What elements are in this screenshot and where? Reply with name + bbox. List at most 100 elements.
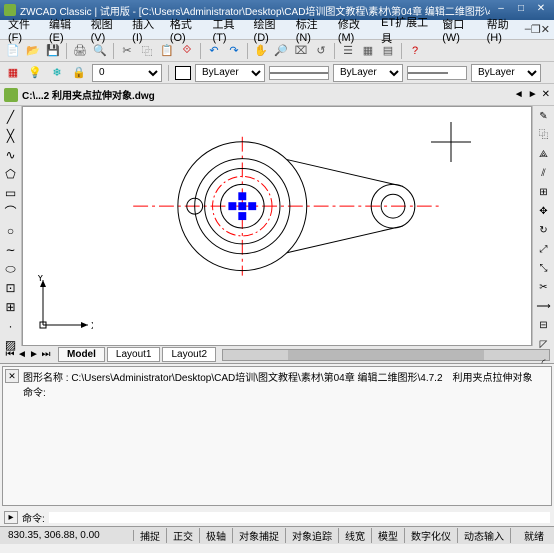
status-snap[interactable]: 捕捉 [134,528,167,543]
offset-icon[interactable]: ⫽ [535,165,553,183]
pan-icon[interactable]: ✋ [252,42,270,60]
ellipse-icon[interactable]: ⬭ [2,260,20,278]
array-icon[interactable]: ⊞ [535,184,553,202]
modify-toolbar: ✎ ⿻ ⟁ ⫽ ⊞ ✥ ↻ ⤢ ⤡ ✂ ⟶ ⊟ ◸ ◜ ✦ [532,106,554,346]
rotate-icon[interactable]: ↻ [535,222,553,240]
match-icon[interactable]: ⟐ [178,42,196,60]
layer-state-icon[interactable]: 💡 [26,64,44,82]
status-lwt[interactable]: 线宽 [339,528,372,543]
scale-icon[interactable]: ⤢ [535,241,553,259]
new-icon[interactable]: 📄 [4,42,22,60]
status-otrack[interactable]: 对象追踪 [286,528,339,543]
insert-icon[interactable]: ⊡ [2,279,20,297]
break-icon[interactable]: ⊟ [535,317,553,335]
zoom-prev-icon[interactable]: ↺ [312,42,330,60]
tab-next-icon[interactable]: ► [528,89,538,100]
tab-layout1[interactable]: Layout1 [107,347,161,362]
move-icon[interactable]: ✥ [535,203,553,221]
menu-draw[interactable]: 绘图(D) [250,16,292,44]
save-icon[interactable]: 💾 [44,42,62,60]
undo-icon[interactable]: ↶ [205,42,223,60]
help-icon[interactable]: ? [406,42,424,60]
line-icon[interactable]: ╱ [2,108,20,126]
designcenter-icon[interactable]: ▦ [359,42,377,60]
doc-tab-name[interactable]: C:\...2 利用夹点拉伸对象.dwg [22,87,155,102]
zoom-window-icon[interactable]: ⌧ [292,42,310,60]
spline-icon[interactable]: ∼ [2,241,20,259]
lineweight-combo[interactable]: ByLayer [471,64,541,82]
mdi-restore-button[interactable]: ❐ [531,23,541,36]
circle-icon[interactable]: ○ [2,222,20,240]
layer-mgr-icon[interactable]: ▦ [4,64,22,82]
menu-edit[interactable]: 编辑(E) [45,16,87,44]
mirror-icon[interactable]: ⟁ [535,146,553,164]
menu-file[interactable]: 文件(F) [4,16,45,44]
xline-icon[interactable]: ╳ [2,127,20,145]
layer-freeze-icon[interactable]: ❄ [48,64,66,82]
command-history[interactable]: ✕ 图形名称 : C:\Users\Administrator\Desktop\… [2,366,552,506]
chamfer-icon[interactable]: ◸ [535,336,553,354]
command-input[interactable] [49,512,550,523]
hscroll-track[interactable] [222,349,550,361]
status-ortho[interactable]: 正交 [167,528,200,543]
stretch-icon[interactable]: ⤡ [535,260,553,278]
linetype-preview [269,66,329,80]
status-polar[interactable]: 极轴 [200,528,233,543]
arc-icon[interactable]: ⌒ [2,203,20,221]
layer-lock-icon[interactable]: 🔒 [70,64,88,82]
menu-format[interactable]: 格式(O) [166,16,209,44]
cmd-prompt: 命令: [22,510,45,525]
tab-last-icon[interactable]: ⏭ [40,349,52,360]
work-area: ╱ ╳ ∿ ⬠ ▭ ⌒ ○ ∼ ⬭ ⊡ ⊞ · ▨ [0,106,554,346]
status-digi[interactable]: 数字化仪 [405,528,458,543]
svg-text:X: X [91,321,93,332]
menu-help[interactable]: 帮助(H) [483,16,525,44]
rect-icon[interactable]: ▭ [2,184,20,202]
pline-icon[interactable]: ∿ [2,146,20,164]
layer-combo[interactable]: 0 [92,64,162,82]
menu-insert[interactable]: 插入(I) [128,16,166,44]
extend-icon[interactable]: ⟶ [535,298,553,316]
color-combo[interactable]: ByLayer [195,64,265,82]
point-icon[interactable]: · [2,317,20,335]
layer-toolbar: ▦ 💡 ❄ 🔒 0 ByLayer ByLayer ByLayer [0,62,554,84]
menu-tools[interactable]: 工具(T) [209,16,250,44]
menu-view[interactable]: 视图(V) [87,16,129,44]
cmd-toggle-icon[interactable]: ▸ [4,511,18,524]
trim-icon[interactable]: ✂ [535,279,553,297]
paste-icon[interactable]: 📋 [158,42,176,60]
tab-prev-icon[interactable]: ◄ [514,89,524,100]
toolpal-icon[interactable]: ▤ [379,42,397,60]
copy2-icon[interactable]: ⿻ [535,127,553,145]
status-dyn[interactable]: 动态输入 [458,528,511,543]
redo-icon[interactable]: ↷ [225,42,243,60]
tab-model[interactable]: Model [58,347,105,362]
props-icon[interactable]: ☰ [339,42,357,60]
app-icon [4,4,16,16]
erase-icon[interactable]: ✎ [535,108,553,126]
mdi-close-button[interactable]: ✕ [541,23,550,36]
tab-close-icon[interactable]: ✕ [542,89,550,100]
drawing-canvas[interactable]: X Y [22,106,532,346]
hscroll-thumb[interactable] [288,350,484,360]
close-button[interactable]: ✕ [532,3,550,17]
status-model[interactable]: 模型 [372,528,405,543]
hatch-icon[interactable]: ▨ [2,336,20,354]
tab-following-icon[interactable]: ► [28,349,40,360]
copy-icon[interactable]: ⿻ [138,42,156,60]
tab-layout2[interactable]: Layout2 [162,347,216,362]
open-icon[interactable]: 📂 [24,42,42,60]
linetype-combo[interactable]: ByLayer [333,64,403,82]
print-icon[interactable]: 🖨 [71,42,89,60]
cmd-pin-icon[interactable]: ✕ [5,369,19,383]
menu-window[interactable]: 窗口(W) [438,16,482,44]
block-icon[interactable]: ⊞ [2,298,20,316]
cut-icon[interactable]: ✂ [118,42,136,60]
polygon-icon[interactable]: ⬠ [2,165,20,183]
zoom-icon[interactable]: 🔎 [272,42,290,60]
preview-icon[interactable]: 🔍 [91,42,109,60]
status-osnap[interactable]: 对象捕捉 [233,528,286,543]
menu-modify[interactable]: 修改(M) [334,16,377,44]
menu-dimension[interactable]: 标注(N) [292,16,334,44]
color-swatch[interactable] [175,66,191,80]
